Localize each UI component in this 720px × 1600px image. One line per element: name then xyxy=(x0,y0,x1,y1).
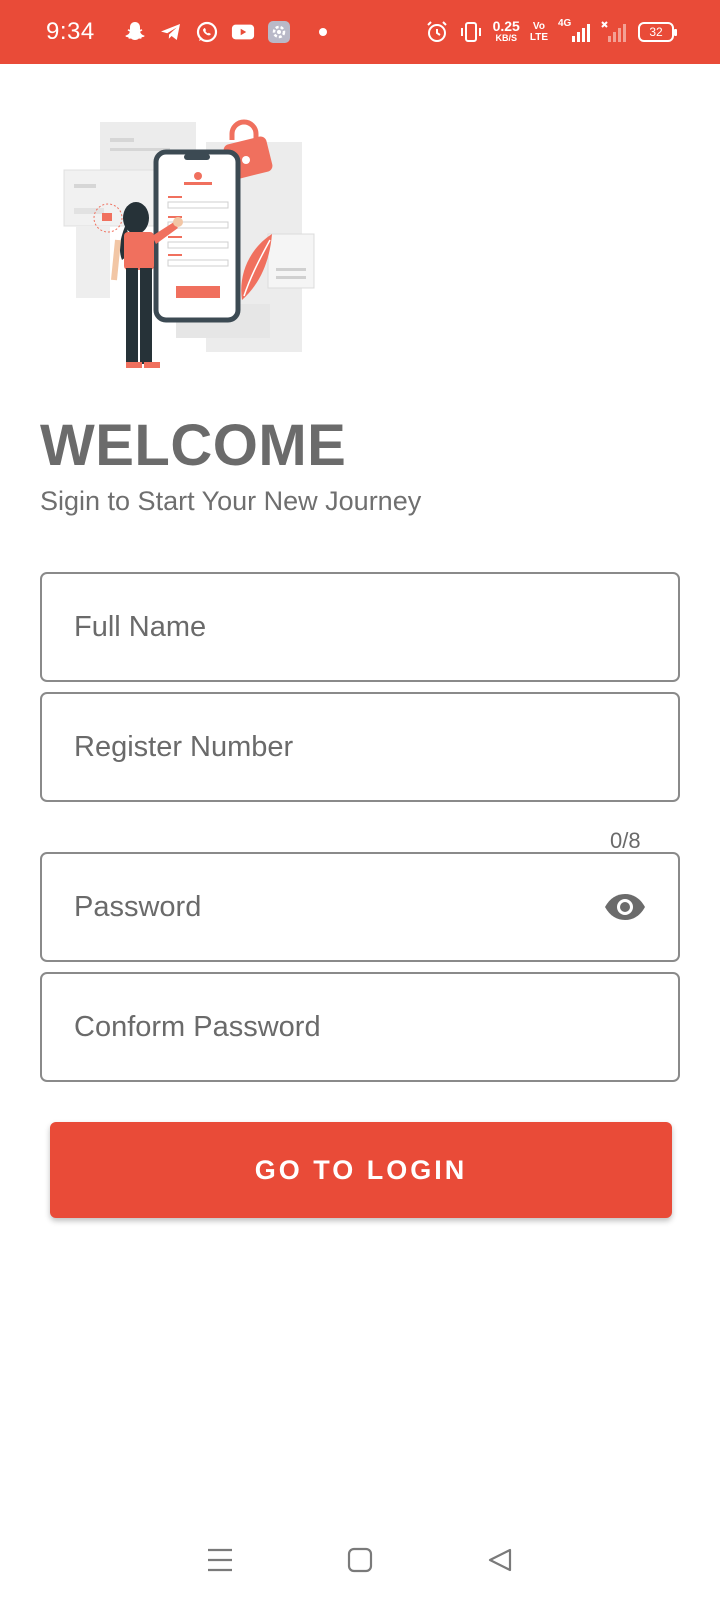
full-name-input[interactable] xyxy=(72,609,648,645)
page-title: WELCOME xyxy=(40,413,347,478)
confirm-password-input[interactable] xyxy=(72,1009,648,1045)
snapchat-icon xyxy=(123,20,147,44)
telegram-icon xyxy=(159,20,183,44)
eye-icon[interactable] xyxy=(602,884,648,930)
network-speed: 0.25 KB/S xyxy=(492,18,520,43)
register-number-field[interactable] xyxy=(40,692,680,802)
whatsapp-icon xyxy=(195,20,219,44)
register-number-input[interactable] xyxy=(72,729,648,765)
volte-indicator: Vo LTE xyxy=(529,21,548,43)
register-number-counter: 0/8 xyxy=(610,828,641,853)
password-input[interactable] xyxy=(72,889,602,925)
signal-no-service-icon xyxy=(600,20,628,44)
menu-icon[interactable] xyxy=(200,1540,240,1580)
vibrate-icon xyxy=(459,20,483,44)
system-nav-bar xyxy=(0,1520,720,1600)
go-to-login-button[interactable]: GO TO LOGIN xyxy=(50,1122,672,1218)
youtube-icon xyxy=(231,20,255,44)
full-name-field[interactable] xyxy=(40,572,680,682)
status-right: 0.25 KB/S Vo LTE 4G 32 xyxy=(425,18,677,44)
notification-icons xyxy=(123,20,327,44)
confirm-password-field[interactable] xyxy=(40,972,680,1082)
status-time: 9:34 xyxy=(46,18,95,45)
home-square-icon[interactable] xyxy=(340,1540,380,1580)
alarm-icon xyxy=(425,20,449,44)
status-bar: 9:34 0.25 KB/S Vo LTE 4G 32 xyxy=(0,0,720,64)
battery-indicator: 32 xyxy=(638,22,677,42)
back-triangle-icon[interactable] xyxy=(480,1540,520,1580)
password-field[interactable] xyxy=(40,852,680,962)
more-notifications-dot xyxy=(318,28,327,36)
signal-4g-icon: 4G xyxy=(558,18,590,44)
login-illustration xyxy=(56,118,326,376)
settings-app-icon xyxy=(267,20,291,44)
page-subtitle: Sigin to Start Your New Journey xyxy=(40,486,422,516)
